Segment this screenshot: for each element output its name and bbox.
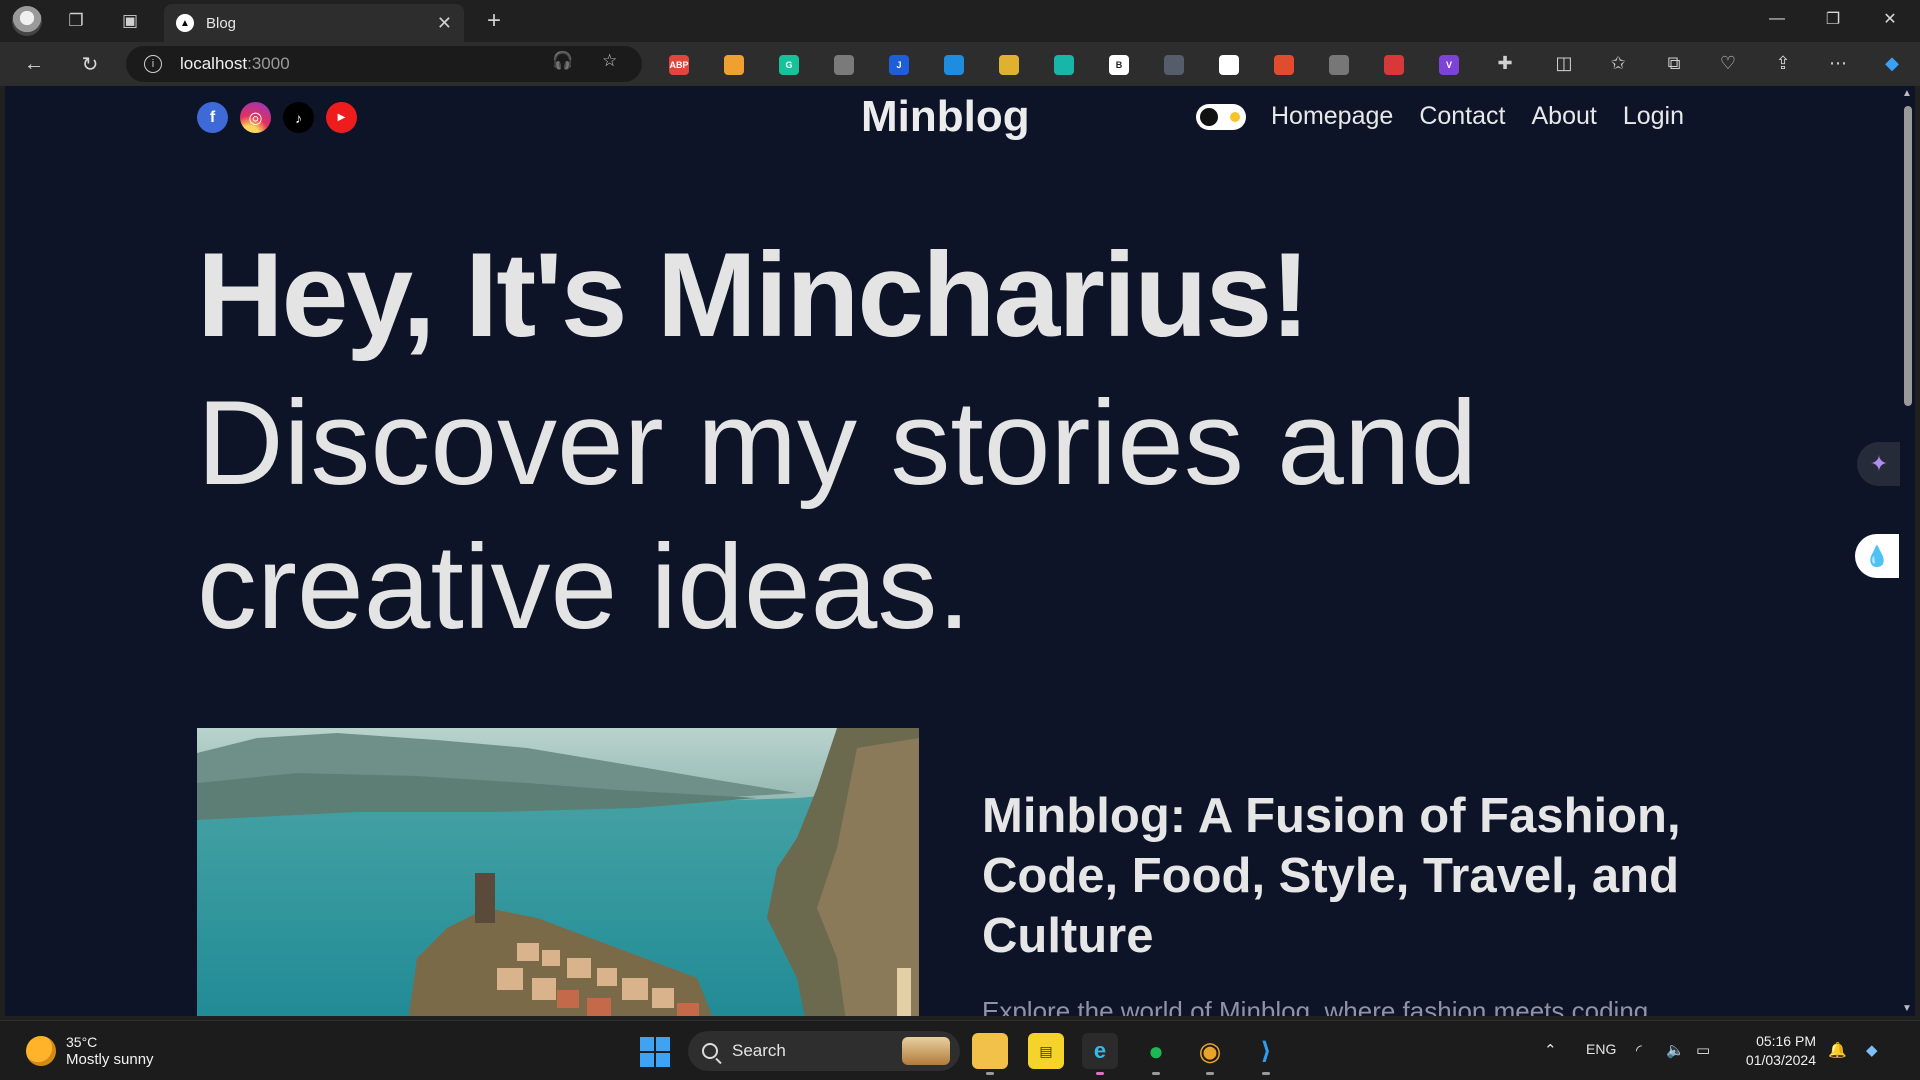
tab-favicon-icon: ▲ (176, 14, 194, 32)
bookmark-b-icon[interactable]: B (1109, 55, 1129, 75)
search-label: Search (732, 1041, 786, 1060)
page-scrollbar[interactable]: ▲ ▼ (1900, 86, 1915, 1016)
adblock-plus-icon[interactable]: ABP (669, 55, 689, 75)
battery-icon[interactable]: ▭ (1696, 1041, 1710, 1059)
theme-toggle[interactable] (1196, 104, 1246, 130)
workspaces-icon[interactable]: ❐ (60, 6, 92, 36)
robot-extension-icon[interactable] (1384, 55, 1404, 75)
browser-essentials-icon[interactable]: ♡ (1716, 53, 1740, 74)
scroll-up-icon[interactable]: ▲ (1902, 88, 1912, 99)
lens-extension-icon[interactable] (1219, 55, 1239, 75)
hero-heading: Hey, It's Mincharius! (197, 228, 1310, 362)
v-extension-icon[interactable]: V (1439, 55, 1459, 75)
file-explorer-icon[interactable] (972, 1033, 1008, 1075)
weather-condition: Mostly sunny (66, 1051, 154, 1068)
read-aloud-icon[interactable]: 🎧 (552, 51, 573, 71)
social-links: f ◎ ♪ ▶ (197, 102, 357, 133)
weather-temperature: 35°C (66, 1034, 98, 1050)
nav-contact[interactable]: Contact (1419, 102, 1505, 131)
nav-homepage[interactable]: Homepage (1271, 102, 1393, 131)
volume-icon[interactable]: 🔈 (1666, 1041, 1685, 1059)
scrollbar-thumb[interactable] (1904, 106, 1912, 406)
split-screen-icon[interactable]: ◫ (1552, 53, 1576, 74)
sun-icon (1230, 112, 1240, 122)
ghostery-icon[interactable] (834, 55, 854, 75)
vscode-icon[interactable]: ⟩ (1248, 1033, 1284, 1075)
taskbar-search[interactable]: Search (688, 1031, 960, 1071)
restore-icon[interactable]: ❐ (1805, 0, 1861, 38)
copilot-sparkle-icon[interactable]: ✦ (1857, 442, 1900, 486)
instagram-icon[interactable]: ◎ (240, 102, 271, 133)
search-icon (702, 1043, 718, 1059)
close-window-icon[interactable]: ✕ (1862, 0, 1918, 38)
drop-sidebar-icon[interactable]: 💧 (1855, 534, 1899, 578)
grammarly-icon[interactable]: G (779, 55, 799, 75)
copilot-taskbar-icon[interactable]: ◆ (1866, 1041, 1878, 1059)
browser-toolbar: ← ↻ i localhost:3000 🎧 ☆ ABP G J B V ✚ ◫ ✩ ⧉… (0, 42, 1920, 86)
featured-post-title[interactable]: Minblog: A Fusion of Fashion, Code, Food… (982, 786, 1742, 966)
site-logo[interactable]: Minblog (861, 92, 1030, 142)
diamond-extension-icon[interactable] (1054, 55, 1074, 75)
tab-title: Blog (206, 14, 237, 32)
windows-taskbar: 35°C Mostly sunny Search ▤ e ● ◉ ⟩ ⌃ ENG… (0, 1020, 1920, 1080)
refresh-button[interactable]: ↻ (74, 49, 106, 79)
clock-date: 01/03/2024 (1745, 1052, 1816, 1068)
youtube-icon[interactable]: ▶ (326, 102, 357, 133)
edge-browser-icon[interactable]: e (1082, 1033, 1118, 1075)
share-icon[interactable]: ⇪ (1771, 53, 1795, 74)
dropper-extension-icon[interactable] (944, 55, 964, 75)
spotify-icon[interactable]: ● (1138, 1033, 1174, 1075)
site-info-icon[interactable]: i (144, 55, 162, 73)
moon-icon (1200, 108, 1218, 126)
scroll-down-icon[interactable]: ▼ (1902, 1003, 1912, 1014)
search-highlight-image (902, 1037, 950, 1065)
weather-widget[interactable]: 35°C Mostly sunny (26, 1033, 154, 1069)
colorful-extension-icon[interactable] (999, 55, 1019, 75)
cookie-extension-icon[interactable] (724, 55, 744, 75)
moon-extension-icon[interactable] (1164, 55, 1184, 75)
featured-post-description: Explore the world of Minblog, where fash… (982, 996, 1649, 1016)
more-menu-icon[interactable]: ⋯ (1826, 53, 1850, 74)
hero-subheading: Discover my stories and creative ideas. (197, 376, 1478, 654)
tiktok-icon[interactable]: ♪ (283, 102, 314, 133)
windows-start-icon[interactable] (640, 1037, 670, 1067)
extensions-icon[interactable]: ✚ (1493, 53, 1517, 74)
facebook-icon[interactable]: f (197, 102, 228, 133)
url-text: localhost:3000 (180, 54, 290, 73)
wifi-icon[interactable]: ◜ (1636, 1041, 1642, 1059)
nav-about[interactable]: About (1531, 102, 1596, 131)
nav-login[interactable]: Login (1623, 102, 1684, 131)
favorites-icon[interactable]: ✩ (1606, 53, 1630, 74)
favorite-star-icon[interactable]: ☆ (602, 51, 617, 71)
notification-bell-icon[interactable]: 🔔 (1828, 1041, 1847, 1059)
minimize-icon[interactable]: — (1749, 0, 1805, 38)
language-indicator[interactable]: ENG (1586, 1041, 1616, 1057)
compass-extension-icon[interactable] (1329, 55, 1349, 75)
sunny-weather-icon (26, 1036, 56, 1066)
clock-time: 05:16 PM (1756, 1033, 1816, 1049)
new-tab-button[interactable]: + (478, 6, 510, 36)
back-button[interactable]: ← (18, 49, 50, 79)
web-page: f ◎ ♪ ▶ Minblog Homepage Contact About L… (5, 86, 1900, 1016)
jira-extension-icon[interactable]: J (889, 55, 909, 75)
featured-post-image[interactable] (197, 728, 919, 1016)
sticky-notes-icon[interactable]: ▤ (1028, 1033, 1064, 1069)
profile-avatar[interactable] (12, 6, 42, 36)
show-hidden-icons[interactable]: ⌃ (1544, 1041, 1557, 1059)
main-nav: Homepage Contact About Login (1271, 102, 1684, 131)
system-clock[interactable]: 05:16 PM 01/03/2024 (1736, 1032, 1816, 1070)
collections-icon[interactable]: ⧉ (1662, 53, 1686, 74)
chrome-icon[interactable]: ◉ (1192, 1033, 1228, 1075)
copilot-icon[interactable]: ◆ (1880, 53, 1904, 74)
chrome-extension-icon[interactable] (1274, 55, 1294, 75)
browser-tab-bar: ❐ ▣ ▲ Blog ✕ + — ❐ ✕ (0, 0, 1920, 42)
vertical-tabs-icon[interactable]: ▣ (114, 6, 146, 36)
close-tab-icon[interactable]: ✕ (437, 13, 452, 34)
tab-blog[interactable]: ▲ Blog ✕ (164, 4, 464, 42)
